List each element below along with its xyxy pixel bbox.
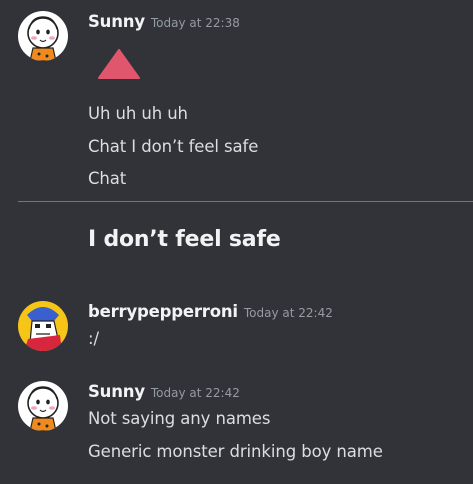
message-text: Not saying any names (88, 409, 271, 428)
message-text: Uh uh uh uh (88, 104, 188, 123)
message-text: :/ (88, 329, 99, 348)
message-group: berrypepperroni Today at 22:42 :/ (0, 290, 473, 360)
sunny-avatar[interactable] (18, 11, 68, 61)
berrypepperroni-avatar[interactable] (18, 301, 68, 351)
message-header: Sunny Today at 22:42 (88, 382, 240, 401)
timestamp[interactable]: Today at 22:38 (151, 16, 240, 30)
timestamp[interactable]: Today at 22:42 (151, 386, 240, 400)
username[interactable]: Sunny (88, 382, 145, 401)
sunny-avatar-icon (18, 11, 68, 61)
username[interactable]: Sunny (88, 12, 145, 31)
username[interactable]: berrypepperroni (88, 302, 238, 321)
message-group: Sunny Today at 22:42 Not saying any names… (0, 370, 473, 484)
message-group: Sunny Today at 22:38 Uh uh uh uh Chat I d… (0, 0, 473, 200)
sunny-avatar[interactable] (18, 381, 68, 431)
new-messages-divider (18, 201, 473, 202)
message-text: Chat (88, 169, 127, 188)
red-triangle-emoji-icon (98, 49, 140, 83)
message-header: berrypepperroni Today at 22:42 (88, 302, 333, 321)
message-text: Generic monster drinking boy name (88, 442, 383, 461)
message-text: Chat I don’t feel safe (88, 137, 259, 156)
message-header: Sunny Today at 22:38 (88, 12, 240, 31)
sunny-avatar-icon (18, 381, 68, 431)
timestamp[interactable]: Today at 22:42 (244, 306, 333, 320)
message-text-heading: I don’t feel safe (88, 227, 281, 252)
berrypepperroni-avatar-icon (18, 301, 68, 351)
